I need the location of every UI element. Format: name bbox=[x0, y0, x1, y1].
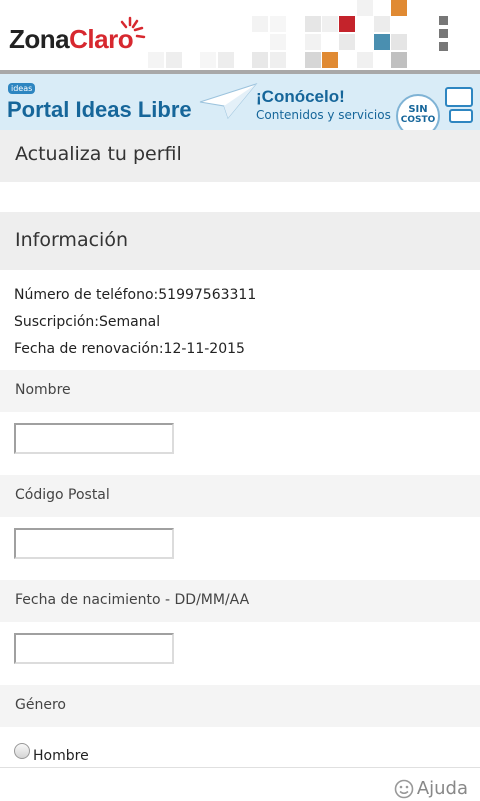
costo-text: COSTO bbox=[400, 115, 436, 125]
hombre-radio[interactable] bbox=[14, 743, 30, 759]
sin-costo-badge: SIN COSTO bbox=[396, 94, 440, 130]
renewal-date-text: Fecha de renovación:12-11-2015 bbox=[14, 341, 245, 357]
banner-title: Portal Ideas Libre bbox=[7, 97, 192, 122]
page-title: Actualiza tu perfil bbox=[15, 143, 182, 165]
nombre-input[interactable] bbox=[14, 423, 174, 454]
banner-headline: ¡Conócelo! bbox=[256, 87, 345, 106]
nombre-label-band: Nombre bbox=[0, 370, 480, 412]
sin-text: SIN bbox=[408, 104, 428, 115]
portal-ideas-banner[interactable]: ideas Portal Ideas Libre ¡Conócelo! Cont… bbox=[0, 74, 480, 130]
fecha-nacimiento-label: Fecha de nacimiento - DD/MM/AA bbox=[15, 592, 250, 608]
genero-label: Género bbox=[15, 697, 66, 713]
phone-number-text: Número de teléfono:51997563311 bbox=[14, 287, 257, 303]
info-title: Información bbox=[15, 229, 128, 251]
smiley-icon[interactable] bbox=[394, 779, 414, 799]
info-section-header: Información bbox=[0, 212, 480, 270]
fecha-nacimiento-label-band: Fecha de nacimiento - DD/MM/AA bbox=[0, 580, 480, 622]
subscription-text: Suscripción:Semanal bbox=[14, 314, 161, 330]
help-link[interactable]: Ajuda bbox=[417, 778, 468, 799]
logo-zona-text: Zona bbox=[9, 24, 70, 54]
fecha-nacimiento-input[interactable] bbox=[14, 633, 174, 664]
device-icon bbox=[445, 87, 473, 123]
codigo-postal-label-band: Código Postal bbox=[0, 475, 480, 517]
page-title-band: Actualiza tu perfil bbox=[0, 130, 480, 182]
header: ZonaClaro bbox=[0, 0, 480, 70]
vertical-dots-icon[interactable] bbox=[436, 16, 452, 52]
zona-claro-logo[interactable]: ZonaClaro bbox=[9, 24, 134, 55]
claro-sun-icon bbox=[120, 16, 146, 39]
banner-subtitle: Contenidos y servicios bbox=[256, 108, 391, 122]
codigo-postal-input[interactable] bbox=[14, 528, 174, 559]
hombre-radio-label[interactable]: Hombre bbox=[33, 748, 89, 764]
genero-label-band: Género bbox=[0, 685, 480, 727]
nombre-label: Nombre bbox=[15, 382, 71, 398]
codigo-postal-label: Código Postal bbox=[15, 487, 110, 503]
banner-badge: ideas bbox=[8, 83, 36, 94]
paper-plane-icon bbox=[199, 83, 258, 120]
